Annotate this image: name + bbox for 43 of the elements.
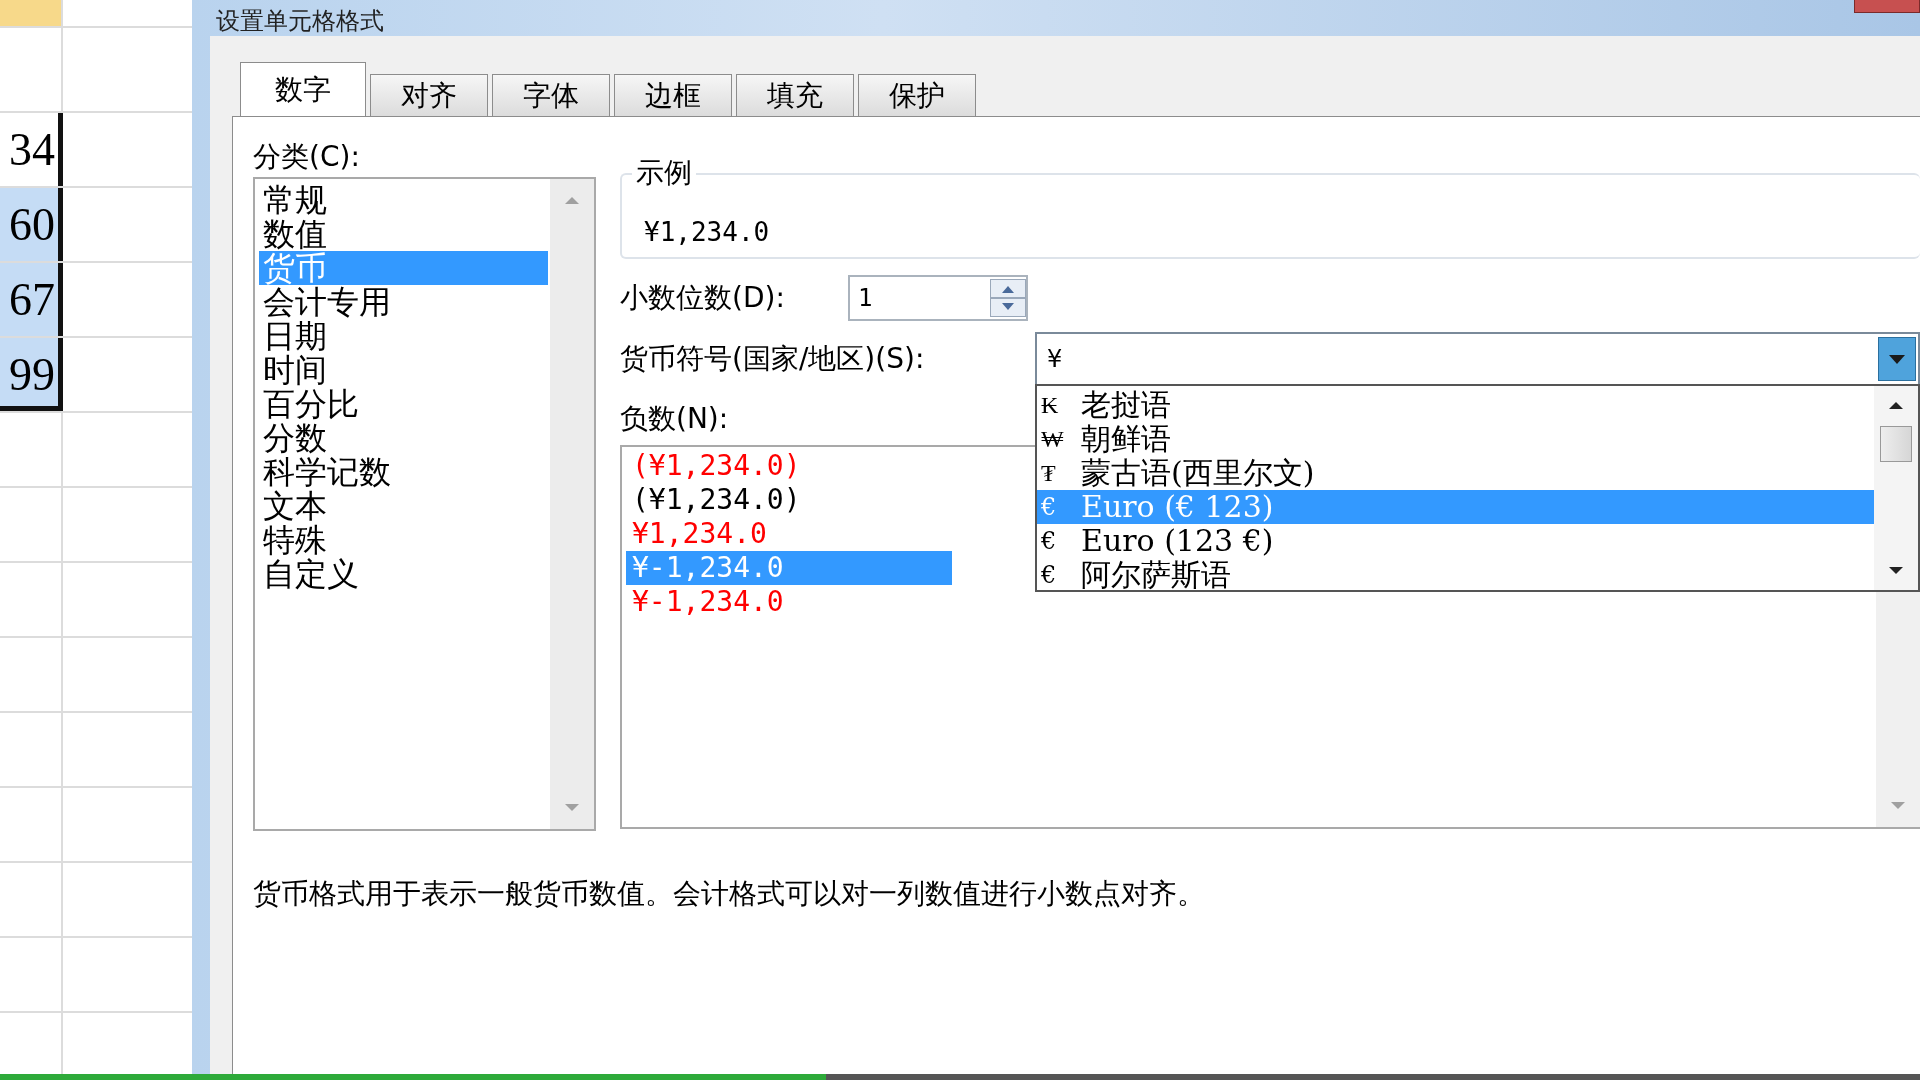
table-cell: 99 [0, 338, 63, 411]
category-item[interactable]: 特殊 [259, 523, 548, 557]
category-item[interactable]: 常规 [259, 183, 548, 217]
tab[interactable]: 保护 [858, 74, 976, 116]
scrollbar-thumb[interactable] [1880, 426, 1912, 462]
tab[interactable]: 字体 [492, 74, 610, 116]
decimal-places-label: 小数位数(D): [620, 280, 786, 316]
decimal-places-field[interactable]: 1 [848, 275, 1028, 321]
spinner-arrows-icon[interactable] [990, 279, 1026, 317]
category-label: 分类(C): [253, 139, 361, 175]
table-cell: 60 [0, 188, 63, 261]
table-cell: 67 [0, 263, 63, 336]
negative-number-format[interactable]: ¥1,234.0 [626, 517, 952, 551]
currency-option[interactable]: ₮ 蒙古语(西里尔文) [1037, 456, 1874, 490]
scrollbar[interactable] [1874, 386, 1918, 590]
currency-option[interactable]: ₭ 老挝语 [1037, 388, 1874, 422]
currency-option[interactable]: ₩ 朝鲜语 [1037, 422, 1874, 456]
negative-number-format[interactable]: (¥1,234.0) [626, 449, 952, 483]
tab[interactable]: 边框 [614, 74, 732, 116]
category-item[interactable]: 文本 [259, 489, 548, 523]
sample-value: ¥1,234.0 [644, 217, 770, 247]
category-item[interactable]: 科学记数 [259, 455, 548, 489]
category-item[interactable]: 日期 [259, 319, 548, 353]
window-title: 设置单元格格式 [216, 6, 384, 36]
category-item[interactable]: 百分比 [259, 387, 548, 421]
tab[interactable]: 填充 [736, 74, 854, 116]
negative-number-format[interactable]: ¥-1,234.0 [626, 585, 952, 619]
description-text: 货币格式用于表示一般货币数值。会计格式可以对一列数值进行小数点对齐。 [253, 876, 1206, 912]
category-item[interactable]: 时间 [259, 353, 548, 387]
close-button[interactable] [1854, 0, 1920, 13]
tab[interactable]: 对齐 [370, 74, 488, 116]
up-arrow-icon[interactable] [1888, 400, 1904, 410]
category-item[interactable]: 分数 [259, 421, 548, 455]
currency-option[interactable]: € 阿尔萨斯语 [1037, 558, 1874, 592]
currency-option[interactable]: € Euro (123 €) [1037, 524, 1874, 558]
tab[interactable]: 数字 [240, 62, 366, 116]
negative-number-format[interactable]: (¥1,234.0) [626, 483, 952, 517]
category-item[interactable]: 数值 [259, 217, 548, 251]
down-arrow-icon[interactable] [1888, 566, 1904, 576]
currency-symbol-label: 货币符号(国家/地区)(S): [620, 341, 926, 377]
category-item[interactable]: 会计专用 [259, 285, 548, 319]
negative-numbers-label: 负数(N): [620, 401, 729, 437]
category-item[interactable]: 自定义 [259, 557, 548, 591]
